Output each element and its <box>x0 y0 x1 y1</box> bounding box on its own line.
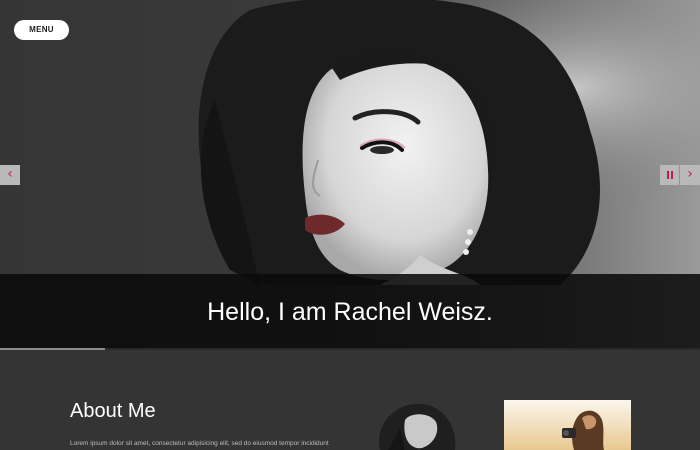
next-slide-button[interactable]: › <box>680 165 700 185</box>
chevron-left-icon: ‹ <box>7 166 13 182</box>
slide-caption: Hello, I am Rachel Weisz. <box>207 298 493 326</box>
pause-icon <box>667 171 669 179</box>
about-heading: About Me <box>70 400 156 422</box>
photographer-thumbnail-image <box>504 400 631 450</box>
prev-slide-button[interactable]: ‹ <box>0 165 20 185</box>
menu-button[interactable]: MENU <box>14 20 69 40</box>
slide-progress-fill <box>0 348 105 350</box>
pause-slider-button[interactable] <box>660 165 679 185</box>
pause-icon-bar <box>671 171 673 179</box>
page: MENU ‹ › Hello, I am Rachel Weisz. About… <box>0 0 700 450</box>
chevron-right-icon: › <box>687 166 693 182</box>
hero-slider: MENU ‹ › Hello, I am Rachel Weisz. <box>0 0 700 350</box>
about-text: Lorem ipsum dolor sit amet, consectetur … <box>70 440 329 447</box>
slide-progress-track <box>0 348 700 350</box>
about-portrait-image <box>360 398 470 450</box>
